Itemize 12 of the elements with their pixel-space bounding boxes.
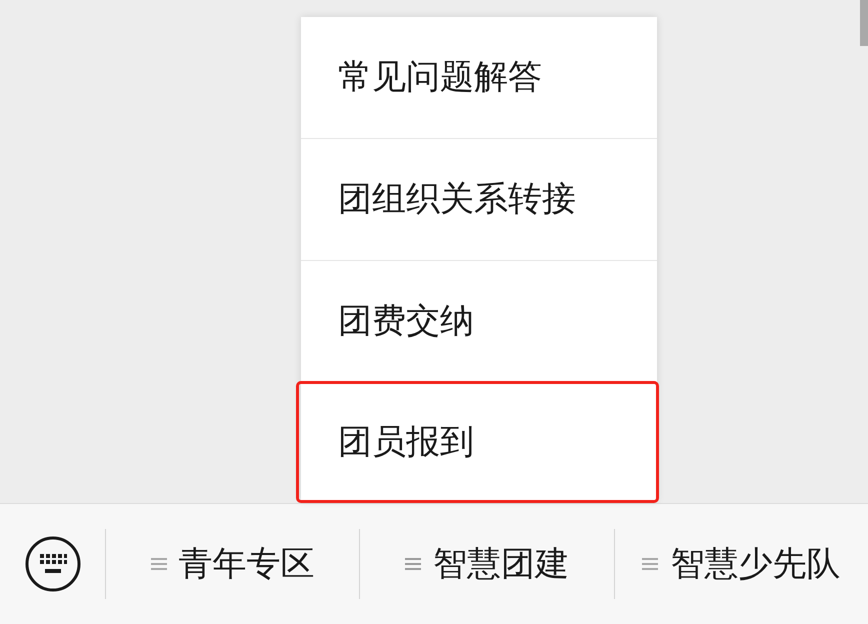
menu-tab[interactable]: 青年专区 [106, 538, 360, 590]
menu-item[interactable]: 团组织关系转接 [301, 139, 657, 261]
menu-tab[interactable]: 智慧少先队 [614, 538, 868, 590]
menu-lines-icon [150, 557, 167, 571]
menu-tab[interactable]: 智慧团建 [360, 538, 614, 590]
scrollbar[interactable] [860, 0, 868, 46]
menu-item[interactable]: 常见问题解答 [301, 17, 657, 139]
menu-item[interactable]: 团员报到 [298, 383, 657, 501]
keyboard-icon[interactable] [24, 536, 80, 592]
menu-item[interactable]: 团费交纳 [301, 261, 657, 383]
menu-lines-icon [642, 557, 658, 571]
menu-lines-icon [404, 557, 421, 571]
